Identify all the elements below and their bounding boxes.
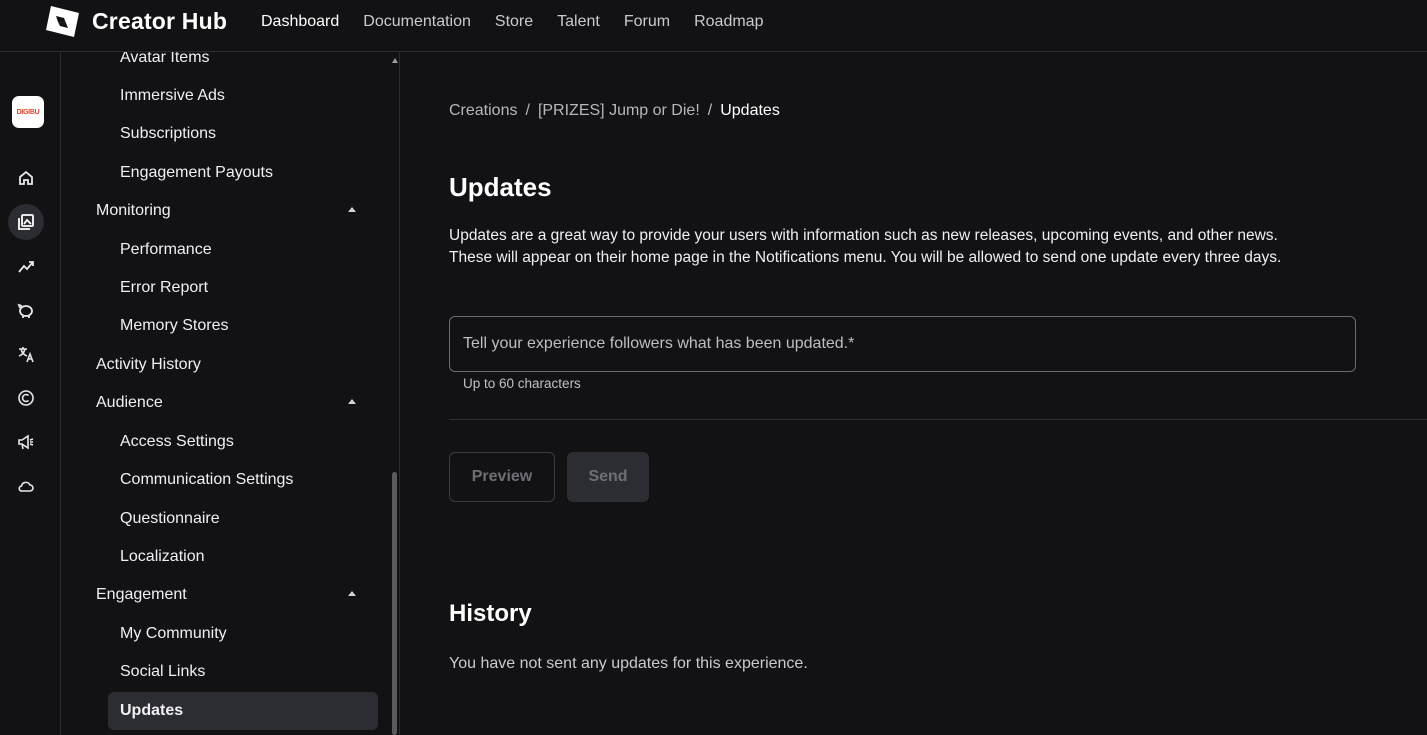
analytics-icon[interactable] <box>8 248 44 284</box>
preview-button[interactable]: Preview <box>449 452 555 502</box>
chevron-up-icon <box>348 591 356 596</box>
sidebar-item-avatar-items[interactable]: Avatar Items <box>62 52 382 75</box>
sidebar-item-localization[interactable]: Localization <box>62 540 382 574</box>
breadcrumb-experience[interactable]: [PRIZES] Jump or Die! <box>538 102 700 120</box>
monetization-icon[interactable] <box>8 292 44 328</box>
send-button[interactable]: Send <box>567 452 649 502</box>
sidebar-item-my-community[interactable]: My Community <box>62 617 382 651</box>
nav-roadmap[interactable]: Roadmap <box>694 12 763 32</box>
avatar-text: DIGIBU <box>16 108 40 116</box>
breadcrumb-current: Updates <box>720 102 780 119</box>
cloud-icon[interactable] <box>8 468 44 504</box>
update-message-input[interactable] <box>449 316 1356 372</box>
scrollbar-thumb[interactable] <box>392 472 397 735</box>
chevron-up-icon <box>348 399 356 404</box>
nav-store[interactable]: Store <box>495 12 533 32</box>
sidebar-scrollbar[interactable] <box>391 52 399 735</box>
sidebar-section-audience[interactable]: Audience <box>62 386 382 420</box>
breadcrumb-separator: / <box>525 102 530 119</box>
copyright-icon[interactable] <box>8 380 44 416</box>
nav-documentation[interactable]: Documentation <box>363 12 471 32</box>
home-icon[interactable] <box>8 160 44 196</box>
roblox-logo-icon[interactable] <box>44 4 80 40</box>
translate-icon[interactable] <box>8 336 44 372</box>
main-content: Creations / [PRIZES] Jump or Die! / Upda… <box>449 52 1427 735</box>
sidebar-section-label: Monitoring <box>96 202 171 219</box>
page-description: Updates are a great way to provide your … <box>449 225 1369 269</box>
sidebar-item-subscriptions[interactable]: Subscriptions <box>62 117 382 151</box>
input-hint: Up to 60 characters <box>463 376 581 391</box>
breadcrumb-creations[interactable]: Creations <box>449 102 517 120</box>
top-bar: Creator Hub Dashboard Documentation Stor… <box>0 0 1427 52</box>
experience-avatar[interactable]: DIGIBU <box>12 96 44 128</box>
history-title: History <box>449 600 532 627</box>
sidebar-item-immersive-ads[interactable]: Immersive Ads <box>62 79 382 113</box>
sidebar-item-communication-settings[interactable]: Communication Settings <box>62 463 382 497</box>
icon-rail: DIGIBU <box>0 52 61 735</box>
brand-title[interactable]: Creator Hub <box>92 8 227 35</box>
sidebar-section-label: Engagement <box>96 586 187 603</box>
sidebar-item-updates[interactable]: Updates <box>108 692 378 730</box>
sidebar-item-activity-history[interactable]: Activity History <box>62 348 382 382</box>
history-empty-message: You have not sent any updates for this e… <box>449 655 808 672</box>
nav-dashboard[interactable]: Dashboard <box>261 12 339 32</box>
top-nav: Dashboard Documentation Store Talent For… <box>261 12 787 32</box>
creations-icon[interactable] <box>8 204 44 240</box>
scroll-up-arrow-icon[interactable] <box>392 58 398 63</box>
nav-forum[interactable]: Forum <box>624 12 670 32</box>
sidebar-item-performance[interactable]: Performance <box>62 233 382 267</box>
chevron-up-icon <box>348 207 356 212</box>
description-line: These will appear on their home page in … <box>449 249 1282 266</box>
breadcrumb: Creations / [PRIZES] Jump or Die! / Upda… <box>449 102 780 120</box>
sidebar-item-questionnaire[interactable]: Questionnaire <box>62 502 382 536</box>
sidebar-item-memory-stores[interactable]: Memory Stores <box>62 309 382 343</box>
divider <box>449 419 1427 420</box>
breadcrumb-separator: / <box>707 102 713 119</box>
sidebar-section-label: Audience <box>96 394 163 411</box>
sidebar-item-engagement-payouts[interactable]: Engagement Payouts <box>62 156 382 190</box>
sidebar-item-error-report[interactable]: Error Report <box>62 271 382 305</box>
sidebar: Avatar Items Immersive Ads Subscriptions… <box>62 52 400 735</box>
sidebar-item-social-links[interactable]: Social Links <box>62 655 382 689</box>
sidebar-item-access-settings[interactable]: Access Settings <box>62 425 382 459</box>
description-line: Updates are a great way to provide your … <box>449 227 1278 244</box>
nav-talent[interactable]: Talent <box>557 12 600 32</box>
announce-icon[interactable] <box>8 424 44 460</box>
sidebar-section-engagement[interactable]: Engagement <box>62 578 382 612</box>
sidebar-section-monitoring[interactable]: Monitoring <box>62 194 382 228</box>
page-title: Updates <box>449 172 552 202</box>
